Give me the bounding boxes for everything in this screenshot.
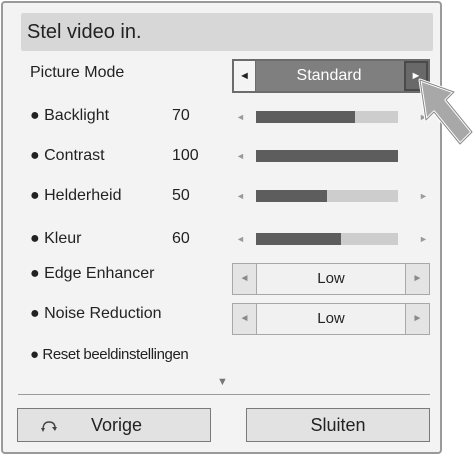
contrast-label: ● Contrast [30,147,105,164]
picture-mode-prev-button[interactable]: ◄ [234,61,256,91]
backlight-fill [256,111,356,123]
pointer-arrow-icon [418,78,474,146]
noise-reduction-next-icon[interactable]: ► [405,304,429,334]
edge-enhancer-next-icon[interactable]: ► [405,264,429,294]
close-button[interactable]: Sluiten [246,408,430,442]
helderheid-decrease-icon[interactable]: ◄ [236,188,245,204]
helderheid-increase-icon[interactable]: ► [419,188,428,204]
picture-mode-selector[interactable]: ◄ Standard ► [232,59,430,93]
contrast-track [256,150,398,162]
kleur-decrease-icon[interactable]: ◄ [236,231,245,247]
kleur-track [256,233,398,245]
backlight-decrease-icon[interactable]: ◄ [236,109,245,125]
edge-enhancer-selector[interactable]: ◄ Low ► [232,263,430,295]
edge-enhancer-prev-icon[interactable]: ◄ [233,264,257,294]
kleur-increase-icon[interactable]: ► [419,231,428,247]
kleur-fill [256,233,342,245]
reset-picture-settings-item[interactable]: ● Reset beeldinstellingen [30,346,189,363]
contrast-decrease-icon[interactable]: ◄ [236,148,245,164]
noise-reduction-value: Low [257,304,405,334]
kleur-label: ● Kleur [30,230,82,247]
kleur-slider[interactable]: ◄ ► [232,231,430,247]
noise-reduction-prev-icon[interactable]: ◄ [233,304,257,334]
backlight-slider[interactable]: ◄ ► [232,109,430,125]
helderheid-track [256,190,398,202]
backlight-value: 70 [172,107,190,124]
helderheid-label: ● Helderheid [30,187,122,204]
contrast-fill [256,150,398,162]
helderheid-slider[interactable]: ◄ ► [232,188,430,204]
backlight-track [256,111,398,123]
picture-mode-value: Standard [296,67,362,84]
backlight-label: ● Backlight [30,107,110,124]
picture-mode-label: Picture Mode [30,64,125,81]
back-button[interactable]: Vorige [17,408,211,442]
noise-reduction-selector[interactable]: ◄ Low ► [232,303,430,335]
divider [18,394,430,395]
scroll-down-icon[interactable]: ▼ [217,376,228,388]
helderheid-value: 50 [172,187,190,204]
back-arrow-icon [41,421,57,432]
helderheid-fill [256,190,327,202]
edge-enhancer-label: ● Edge Enhancer [30,265,155,282]
contrast-slider[interactable]: ◄ [232,148,430,164]
kleur-value: 60 [172,230,190,247]
noise-reduction-label: ● Noise Reduction [30,305,162,322]
edge-enhancer-value: Low [257,264,405,294]
page-title: Stel video in. [21,13,433,51]
back-button-label: Vorige [91,415,143,435]
contrast-value: 100 [172,147,199,164]
